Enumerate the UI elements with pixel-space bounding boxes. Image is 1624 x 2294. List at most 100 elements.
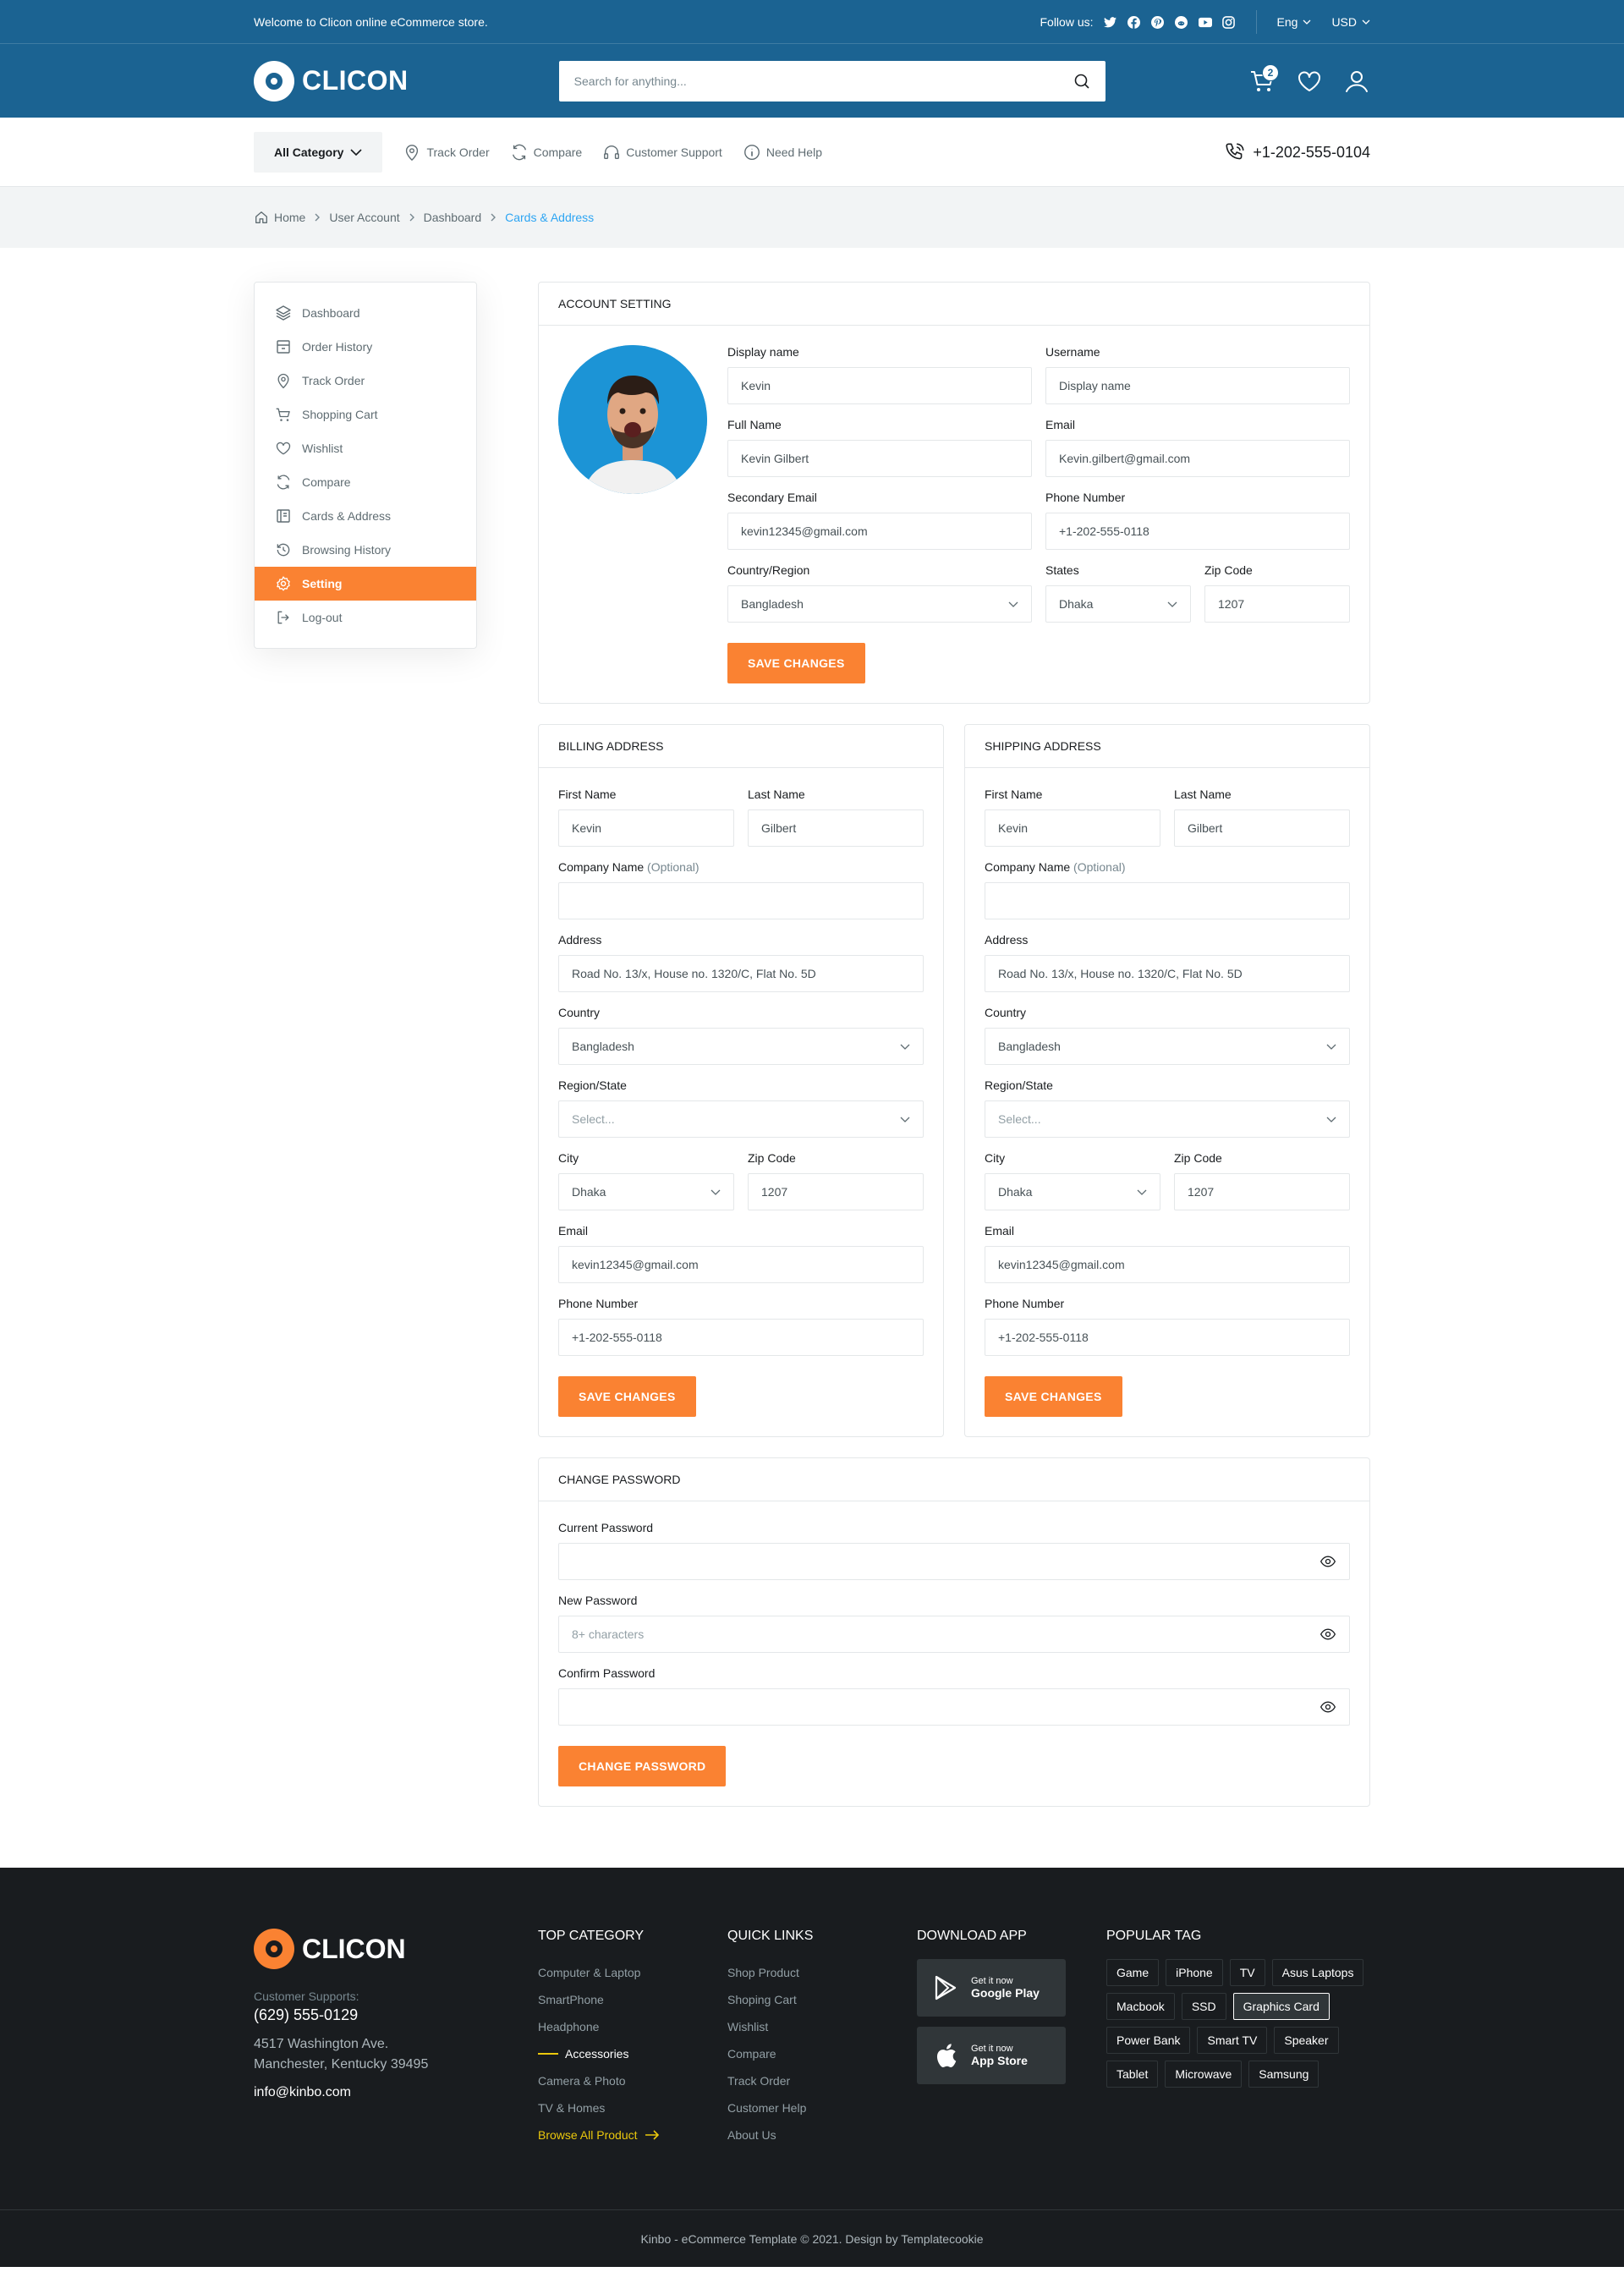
confirm-password-field[interactable] — [558, 1688, 1350, 1726]
footer-link[interactable]: Computer & Laptop — [538, 1959, 727, 1986]
secondary-email-field[interactable]: kevin12345@gmail.com — [727, 513, 1032, 550]
tag-item[interactable]: iPhone — [1166, 1959, 1223, 1986]
instagram-icon[interactable] — [1222, 15, 1236, 29]
footer-link[interactable]: SmartPhone — [538, 1986, 727, 2013]
wishlist-button[interactable] — [1296, 68, 1323, 95]
eye-icon[interactable] — [1320, 1699, 1336, 1715]
billing-zip-field[interactable]: 1207 — [748, 1173, 924, 1210]
billing-company-field[interactable] — [558, 882, 924, 919]
support-phone[interactable]: +1-202-555-0104 — [1224, 141, 1370, 163]
language-select[interactable]: Eng — [1277, 15, 1312, 29]
shipping-first-name-field[interactable]: Kevin — [985, 809, 1160, 847]
billing-phone-field[interactable]: +1-202-555-0118 — [558, 1319, 924, 1356]
tag-item[interactable]: SSD — [1181, 1993, 1226, 2020]
shipping-last-name-field[interactable]: Gilbert — [1174, 809, 1350, 847]
browse-all-link[interactable]: Browse All Product — [538, 2121, 727, 2149]
footer-link[interactable]: TV & Homes — [538, 2094, 727, 2121]
footer-link[interactable]: Shoping Cart — [727, 1986, 917, 2013]
tag-item[interactable]: Tablet — [1106, 2061, 1159, 2088]
country-select[interactable]: Bangladesh — [727, 585, 1032, 623]
billing-region-select[interactable]: Select... — [558, 1100, 924, 1138]
tag-item[interactable]: TV — [1229, 1959, 1265, 1986]
footer-link[interactable]: Compare — [727, 2040, 917, 2067]
states-select[interactable]: Dhaka — [1045, 585, 1191, 623]
tag-item[interactable]: Power Bank — [1106, 2027, 1191, 2054]
footer-logo[interactable]: CLICON — [254, 1929, 538, 1969]
tag-item[interactable]: Speaker — [1274, 2027, 1339, 2054]
footer-link[interactable]: Customer Help — [727, 2094, 917, 2121]
youtube-icon[interactable] — [1198, 15, 1212, 29]
footer-link[interactable]: Wishlist — [727, 2013, 917, 2040]
tag-item[interactable]: Macbook — [1106, 1993, 1175, 2020]
google-play-button[interactable]: Get it now Google Play — [917, 1959, 1066, 2017]
nav-compare[interactable]: Compare — [510, 143, 582, 162]
billing-address-field[interactable]: Road No. 13/x, House no. 1320/C, Flat No… — [558, 955, 924, 992]
sidebar-item-wishlist[interactable]: Wishlist — [255, 431, 476, 465]
sidebar-item-browsing-history[interactable]: Browsing History — [255, 533, 476, 567]
account-button[interactable] — [1343, 68, 1370, 95]
shipping-phone-field[interactable]: +1-202-555-0118 — [985, 1319, 1350, 1356]
nav-track-order[interactable]: Track Order — [403, 143, 490, 162]
footer-link[interactable]: Headphone — [538, 2013, 727, 2040]
billing-city-select[interactable]: Dhaka — [558, 1173, 734, 1210]
tag-item[interactable]: Smart TV — [1197, 2027, 1268, 2054]
footer-link[interactable]: About Us — [727, 2121, 917, 2149]
new-password-field[interactable]: 8+ characters — [558, 1616, 1350, 1653]
pinterest-icon[interactable] — [1151, 15, 1165, 29]
footer-link[interactable]: Track Order — [727, 2067, 917, 2094]
nav-customer-support[interactable]: Customer Support — [602, 143, 722, 162]
tag-item[interactable]: Samsung — [1248, 2061, 1320, 2088]
shipping-country-select[interactable]: Bangladesh — [985, 1028, 1350, 1065]
twitter-icon[interactable] — [1104, 15, 1117, 29]
footer-link[interactable]: Shop Product — [727, 1959, 917, 1986]
billing-first-name-field[interactable]: Kevin — [558, 809, 734, 847]
eye-icon[interactable] — [1320, 1553, 1336, 1570]
billing-country-select[interactable]: Bangladesh — [558, 1028, 924, 1065]
shipping-address-field[interactable]: Road No. 13/x, House no. 1320/C, Flat No… — [985, 955, 1350, 992]
footer-phone[interactable]: (629) 555-0129 — [254, 2006, 538, 2024]
search-icon[interactable] — [1073, 73, 1090, 90]
breadcrumb-dashboard[interactable]: Dashboard — [424, 211, 482, 224]
sidebar-item-order-history[interactable]: Order History — [255, 330, 476, 364]
billing-save-button[interactable]: SAVE CHANGES — [558, 1376, 696, 1417]
tag-item[interactable]: Microwave — [1165, 2061, 1243, 2088]
sidebar-item-cards-address[interactable]: Cards & Address — [255, 499, 476, 533]
cart-button[interactable]: 2 — [1248, 63, 1279, 95]
sidebar-item-track-order[interactable]: Track Order — [255, 364, 476, 398]
billing-last-name-field[interactable]: Gilbert — [748, 809, 924, 847]
logo[interactable]: CLICON — [254, 60, 409, 102]
reddit-icon[interactable] — [1175, 15, 1188, 29]
tag-item[interactable]: Game — [1106, 1959, 1160, 1986]
billing-email-field[interactable]: kevin12345@gmail.com — [558, 1246, 924, 1283]
shipping-zip-field[interactable]: 1207 — [1174, 1173, 1350, 1210]
current-password-field[interactable] — [558, 1543, 1350, 1580]
username-field[interactable]: Display name — [1045, 367, 1350, 404]
facebook-icon[interactable] — [1127, 15, 1141, 29]
breadcrumb-user-account[interactable]: User Account — [329, 211, 399, 224]
shipping-company-field[interactable] — [985, 882, 1350, 919]
footer-link-active[interactable]: Accessories — [538, 2040, 727, 2067]
sidebar-item-setting[interactable]: Setting — [255, 567, 476, 601]
phone-field[interactable]: +1-202-555-0118 — [1045, 513, 1350, 550]
app-store-button[interactable]: Get it now App Store — [917, 2027, 1066, 2084]
breadcrumb-home[interactable]: Home — [254, 210, 305, 225]
zip-field[interactable]: 1207 — [1204, 585, 1350, 623]
display-name-field[interactable]: Kevin — [727, 367, 1032, 404]
account-save-button[interactable]: SAVE CHANGES — [727, 643, 865, 683]
change-password-button[interactable]: CHANGE PASSWORD — [558, 1746, 727, 1786]
nav-need-help[interactable]: Need Help — [743, 143, 822, 162]
tag-item-selected[interactable]: Graphics Card — [1232, 1993, 1330, 2020]
all-category-dropdown[interactable]: All Category — [254, 132, 383, 173]
shipping-region-select[interactable]: Select... — [985, 1100, 1350, 1138]
shipping-email-field[interactable]: kevin12345@gmail.com — [985, 1246, 1350, 1283]
currency-select[interactable]: USD — [1331, 15, 1370, 29]
full-name-field[interactable]: Kevin Gilbert — [727, 440, 1032, 477]
footer-link[interactable]: Camera & Photo — [538, 2067, 727, 2094]
sidebar-item-dashboard[interactable]: Dashboard — [255, 296, 476, 330]
sidebar-item-logout[interactable]: Log-out — [255, 601, 476, 634]
eye-icon[interactable] — [1320, 1626, 1336, 1643]
tag-item[interactable]: Asus Laptops — [1271, 1959, 1364, 1986]
shipping-save-button[interactable]: SAVE CHANGES — [985, 1376, 1122, 1417]
footer-email[interactable]: info@kinbo.com — [254, 2085, 538, 2100]
sidebar-item-compare[interactable]: Compare — [255, 465, 476, 499]
